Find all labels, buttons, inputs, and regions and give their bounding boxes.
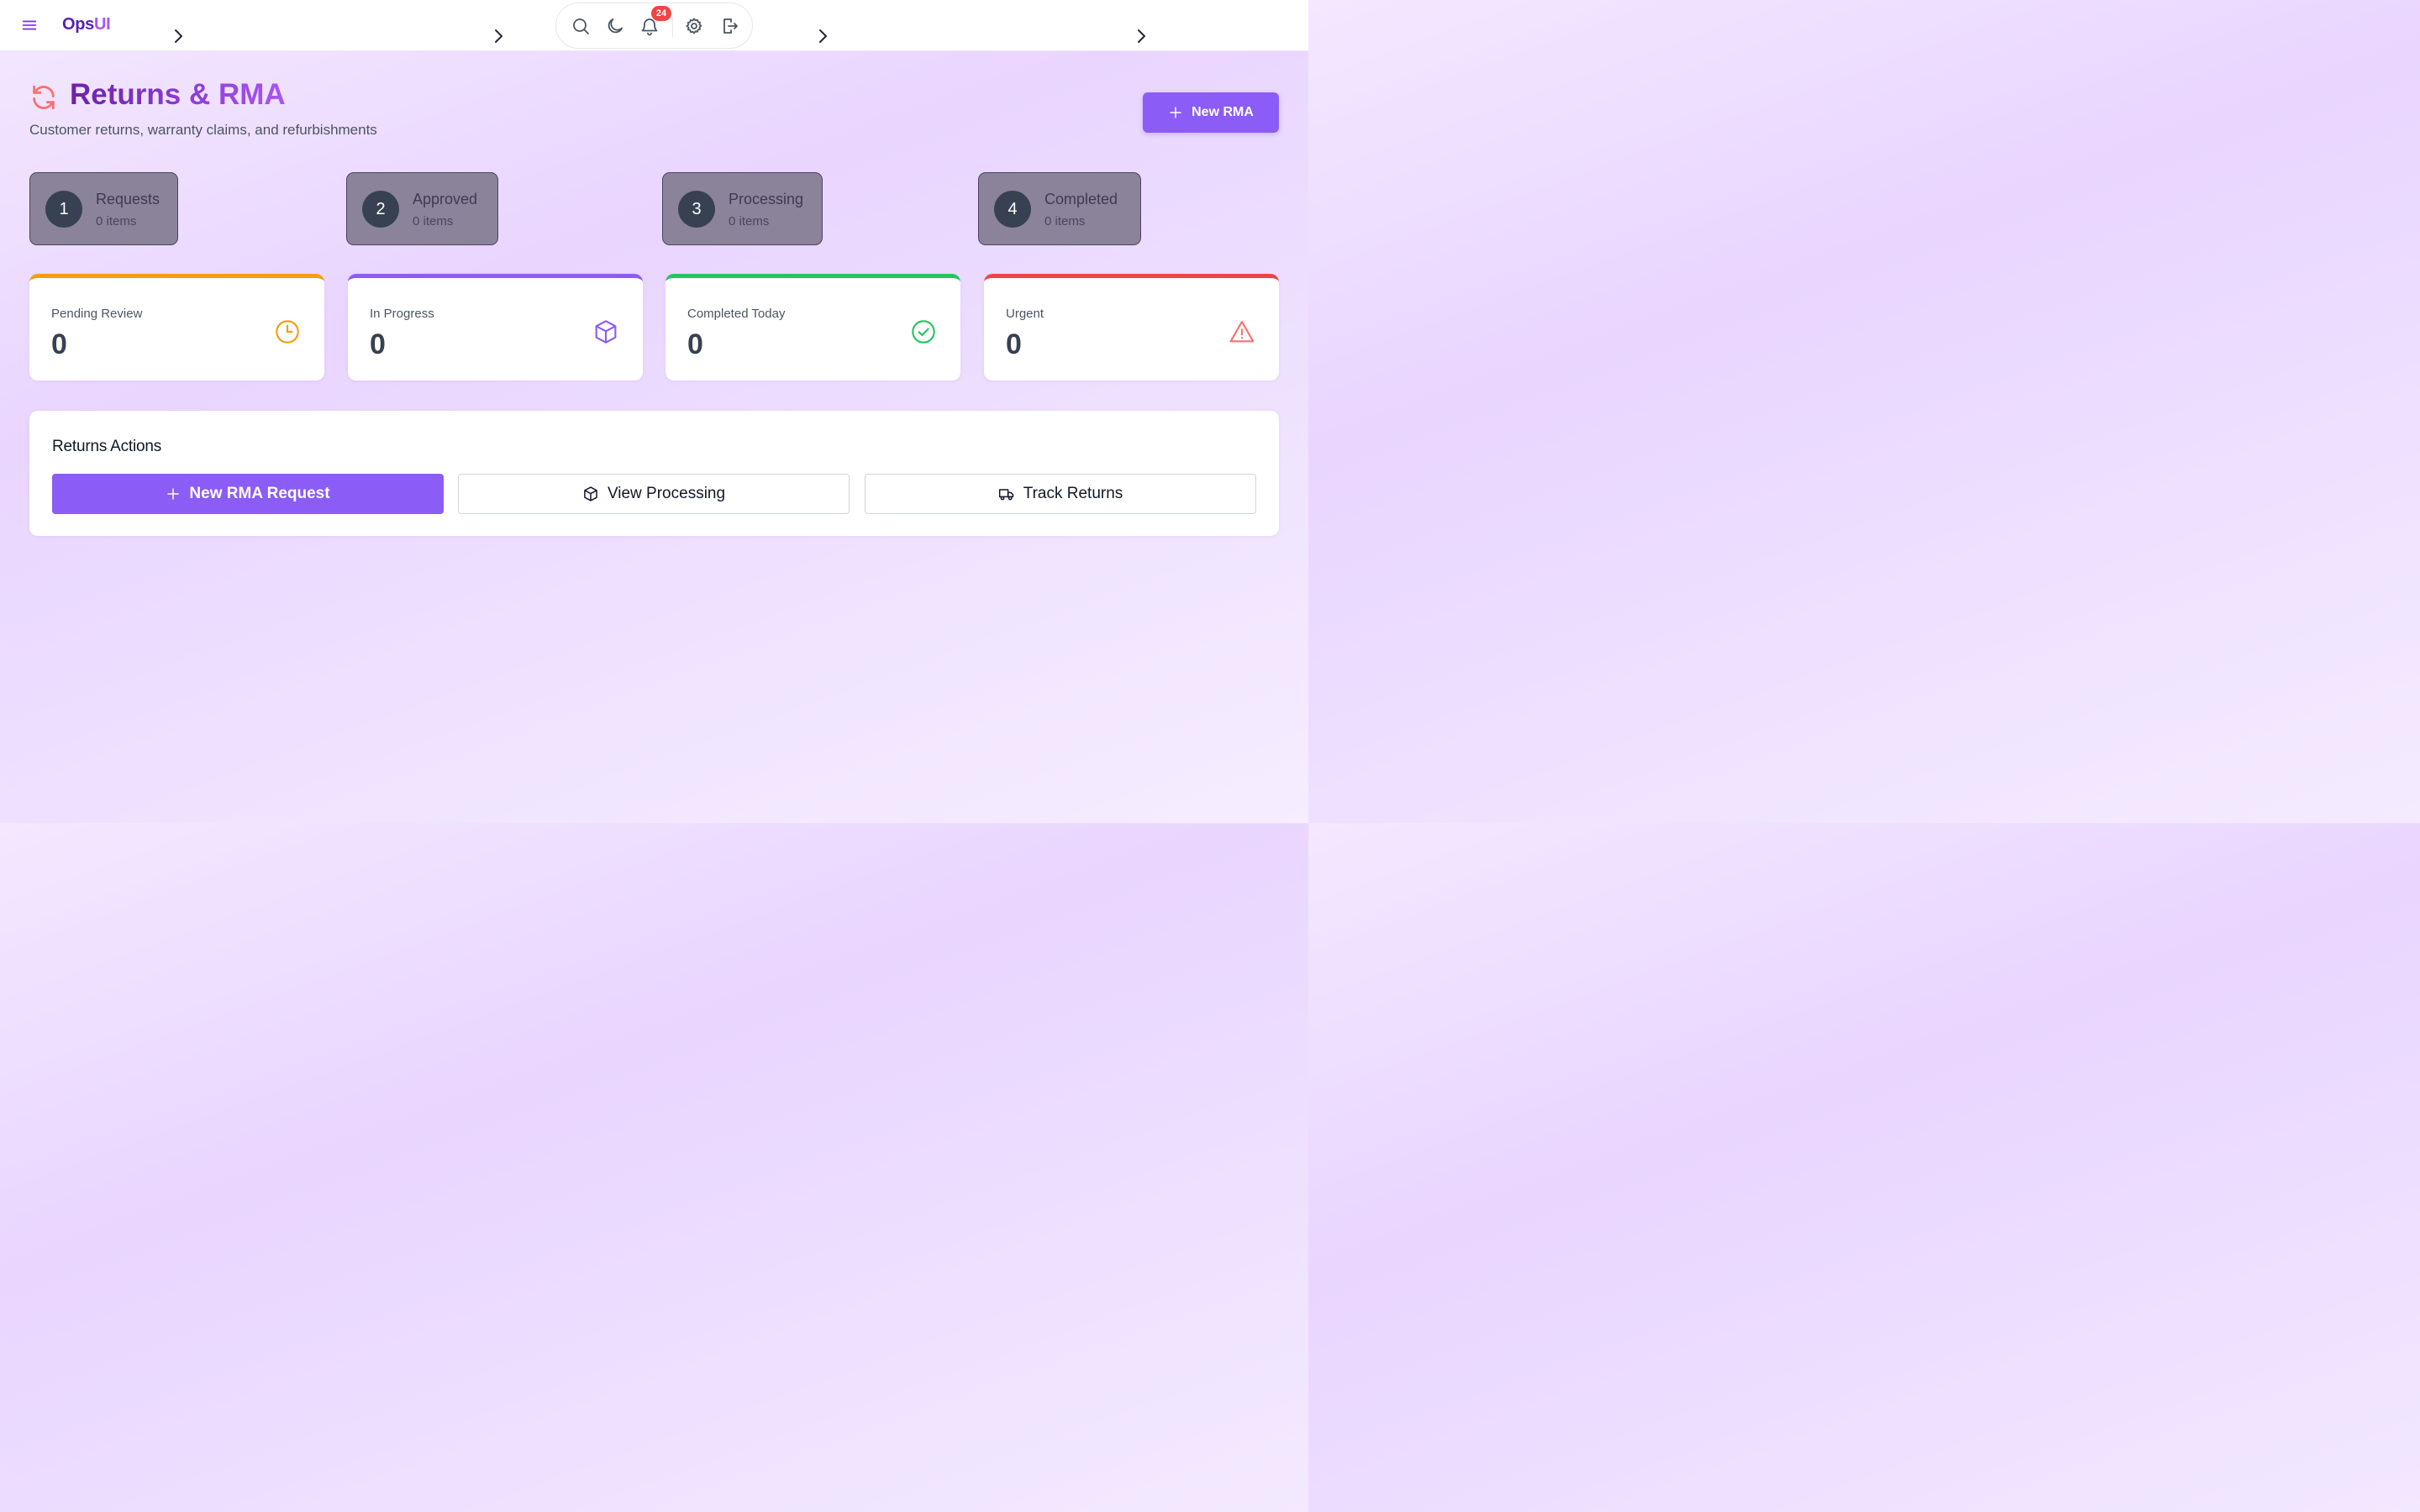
new-rma-request-button[interactable]: New RMA Request [52,474,444,514]
brand-part1: Ops [62,15,94,34]
toolbar: 24 [555,3,753,49]
actions-title: Returns Actions [52,438,162,455]
clock-icon [274,318,301,345]
check-circle-icon [910,318,937,345]
track-returns-button[interactable]: Track Returns [865,474,1256,514]
logout-icon[interactable] [719,16,739,36]
stat-card-completed-today: Completed Today 0 [666,274,960,381]
stat-value: 0 [51,328,67,360]
step-approved[interactable]: 2 Approved 0 items [346,172,498,245]
warning-icon [1228,318,1255,345]
new-rma-button[interactable]: New RMA [1143,92,1279,133]
new-rma-label: New RMA [1192,105,1254,119]
top-bar: OpsUI 24 [0,0,1308,51]
refresh-icon [29,83,58,112]
stat-card-in-progress: In Progress 0 [348,274,643,381]
plus-icon [167,488,180,500]
step-label: Approved [413,191,478,207]
chevron-right-icon [817,28,829,45]
page-subtitle: Customer returns, warranty claims, and r… [29,122,377,138]
step-requests[interactable]: 1 Requests 0 items [29,172,178,245]
toolbar-divider [672,17,673,37]
step-label: Processing [729,191,804,207]
box-icon [584,486,597,501]
search-icon[interactable] [571,16,591,36]
stat-label: Pending Review [51,307,143,321]
step-completed[interactable]: 4 Completed 0 items [978,172,1141,245]
step-label: Completed [1044,191,1118,207]
chevron-right-icon [172,28,184,45]
step-processing[interactable]: 3 Processing 0 items [662,172,823,245]
stat-value: 0 [370,328,386,360]
stat-label: Completed Today [687,307,786,321]
moon-icon[interactable] [605,16,625,36]
step-number: 1 [45,191,82,228]
brand-part2: UI [94,15,111,34]
step-number: 4 [994,191,1031,228]
page-title: Returns & RMA [70,78,286,111]
chevron-right-icon [492,28,504,45]
gear-icon[interactable] [684,16,704,36]
button-label: New RMA Request [189,485,330,502]
step-count: 0 items [729,214,770,228]
plus-icon [1170,107,1181,118]
stat-value: 0 [687,328,703,360]
button-label: View Processing [607,485,726,502]
step-count: 0 items [96,214,137,228]
step-number: 2 [362,191,399,228]
stat-card-urgent: Urgent 0 [984,274,1279,381]
step-count: 0 items [1044,214,1086,228]
truck-icon [998,489,1013,501]
button-label: Track Returns [1023,485,1123,502]
stat-value: 0 [1006,328,1022,360]
step-number: 3 [678,191,715,228]
stat-label: Urgent [1006,307,1044,321]
stat-label: In Progress [370,307,434,321]
chevron-right-icon [1135,28,1147,45]
returns-actions-card: Returns Actions New RMA Request View Pro… [29,411,1279,536]
step-count: 0 items [413,214,454,228]
stat-card-pending-review: Pending Review 0 [29,274,324,381]
box-icon [592,318,619,345]
menu-icon[interactable] [20,16,39,34]
step-label: Requests [96,191,160,207]
notification-badge: 24 [651,6,671,21]
view-processing-button[interactable]: View Processing [458,474,850,514]
brand-logo[interactable]: OpsUI [62,15,111,34]
